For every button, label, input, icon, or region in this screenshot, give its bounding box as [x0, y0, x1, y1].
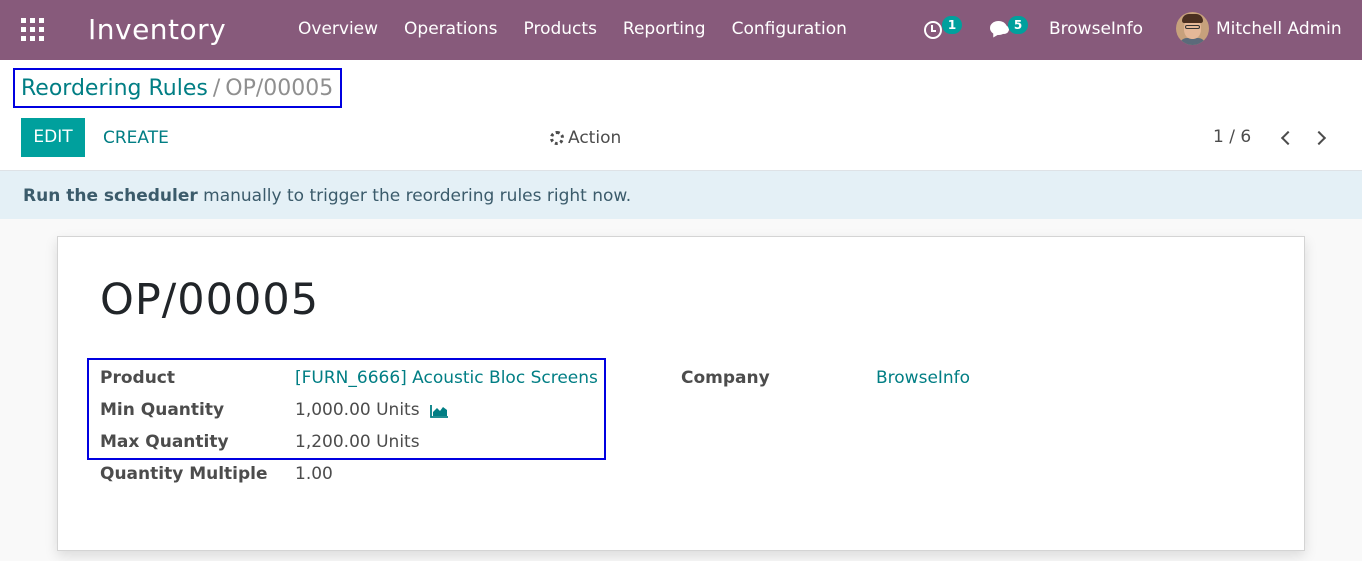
menu-item-products[interactable]: Products: [524, 19, 597, 39]
action-label: Action: [568, 128, 622, 148]
menu-item-reporting[interactable]: Reporting: [623, 19, 706, 39]
messaging-menu[interactable]: 5: [988, 0, 1032, 60]
min-quantity-label: Min Quantity: [100, 400, 225, 420]
run-scheduler-link[interactable]: Run the scheduler: [23, 186, 198, 206]
control-panel: Reordering Rules / OP/00005 EDIT CREATE Ac…: [0, 60, 1362, 171]
breadcrumb-separator: /: [212, 76, 221, 101]
gear-icon: [550, 131, 564, 145]
company-label: Company: [681, 368, 770, 388]
form-sheet: OP/00005 Product [FURN_6666] Acoustic Bl…: [57, 236, 1305, 551]
max-quantity-label: Max Quantity: [100, 432, 229, 452]
edit-button[interactable]: EDIT: [21, 118, 85, 157]
area-chart-icon[interactable]: [429, 403, 449, 418]
pager-value[interactable]: 1 / 6: [1213, 127, 1251, 147]
quantity-multiple-value: 1.00: [295, 464, 333, 484]
breadcrumb-parent[interactable]: Reordering Rules: [21, 76, 208, 101]
company-switcher[interactable]: BrowseInfo: [1049, 19, 1143, 39]
min-quantity-value: 1,000.00 Units: [295, 400, 420, 420]
scheduler-alert: Run the scheduler manually to trigger th…: [0, 171, 1362, 219]
message-badge: 5: [1008, 16, 1028, 34]
product-value[interactable]: [FURN_6666] Acoustic Bloc Screens: [295, 368, 598, 388]
menu-item-operations[interactable]: Operations: [404, 19, 497, 39]
chevron-left-icon[interactable]: [1280, 130, 1296, 146]
clock-icon: [924, 21, 942, 39]
activity-menu[interactable]: 1: [924, 0, 964, 60]
user-name: Mitchell Admin: [1216, 18, 1342, 39]
menu-item-configuration[interactable]: Configuration: [732, 19, 847, 39]
product-label: Product: [100, 368, 175, 388]
max-quantity-value: 1,200.00 Units: [295, 432, 420, 452]
record-title: OP/00005: [100, 275, 320, 325]
quantity-multiple-label: Quantity Multiple: [100, 464, 268, 484]
user-menu[interactable]: Mitchell Admin: [1176, 12, 1342, 45]
app-title[interactable]: Inventory: [88, 13, 226, 46]
breadcrumb-current: OP/00005: [225, 76, 334, 101]
chevron-right-icon[interactable]: [1311, 130, 1327, 146]
breadcrumb: Reordering Rules / OP/00005: [13, 68, 343, 108]
action-dropdown[interactable]: Action: [550, 128, 621, 148]
min-quantity-field: 1,000.00 Units: [295, 400, 449, 420]
create-button[interactable]: CREATE: [103, 128, 169, 148]
company-value[interactable]: BrowseInfo: [876, 368, 970, 388]
alert-text: manually to trigger the reordering rules…: [197, 186, 632, 206]
avatar: [1176, 12, 1209, 45]
top-navbar: Inventory Overview Operations Products R…: [0, 0, 1362, 60]
menu-item-overview[interactable]: Overview: [298, 19, 378, 39]
apps-grid-icon[interactable]: [21, 18, 44, 41]
activity-badge: 1: [942, 16, 962, 34]
main-menu: Overview Operations Products Reporting C…: [298, 19, 873, 39]
